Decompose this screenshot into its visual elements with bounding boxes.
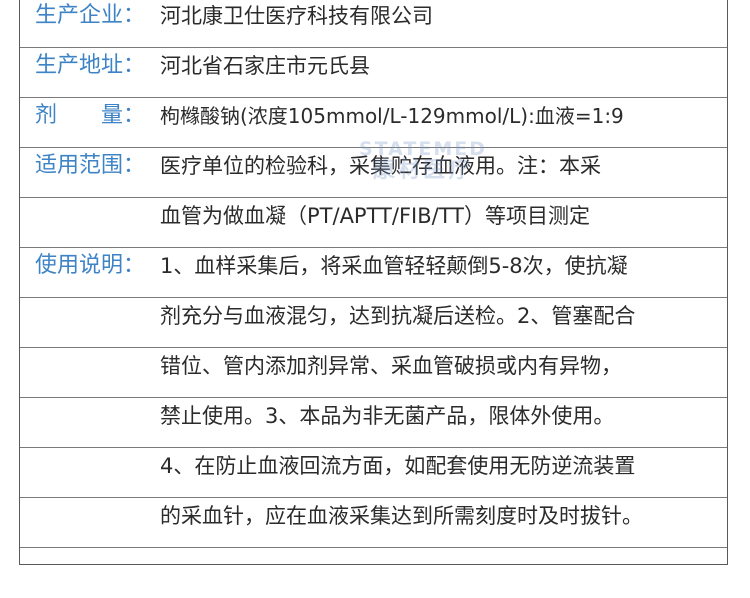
instructions-value-line4: 禁止使用。3、本品为非无菌产品，限体外使用。 [160,404,615,428]
table-row-instructions: 使用说明： 1、血样采集后，将采血管轻轻颠倒5-8次，使抗凝 [20,248,727,298]
manufacturer-label: 生产企业： [35,3,146,28]
table-row-dosage: 剂 量： 枸橼酸钠(浓度105mmol/L-129mmol/L):血液=1:9 [20,98,727,148]
scope-label: 适用范围： [35,153,146,178]
dosage-value: 枸橼酸钠(浓度105mmol/L-129mmol/L):血液=1:9 [160,104,624,128]
table-row-manufacturer: 生产企业： 河北康卫仕医疗科技有限公司 [20,0,727,48]
instructions-label: 使用说明： [35,253,146,278]
scope-value-line2: 血管为做血凝（PT/APTT/FIB/TT）等项目测定 [160,204,590,228]
table-row-instructions-5: 4、在防止血液回流方面，如配套使用无防逆流装置 [20,448,727,498]
table-row-scope: 适用范围： 医疗单位的检验科，采集贮存血液用。注：本采 [20,148,727,198]
table-row-instructions-4: 禁止使用。3、本品为非无菌产品，限体外使用。 [20,398,727,448]
instructions-value-line3: 错位、管内添加剂异常、采血管破损或内有异物， [160,354,622,378]
product-info-table: 生产企业： 河北康卫仕医疗科技有限公司 生产地址： 河北省石家庄市元氏县 剂 量… [19,0,728,565]
scope-value-line1: 医疗单位的检验科，采集贮存血液用。注：本采 [160,154,601,178]
dosage-label-part1: 剂 [35,103,58,128]
table-row-address: 生产地址： 河北省石家庄市元氏县 [20,48,727,98]
address-label: 生产地址： [35,53,146,78]
instructions-value-line2: 剂充分与血液混匀，达到抗凝后送检。2、管塞配合 [160,304,636,328]
dosage-label-part2: 量： [101,103,146,128]
instructions-value-line1: 1、血样采集后，将采血管轻轻颠倒5-8次，使抗凝 [160,254,628,278]
manufacturer-value: 河北康卫仕医疗科技有限公司 [160,4,433,28]
table-row-empty [20,548,727,564]
address-value: 河北省石家庄市元氏县 [160,54,370,78]
table-row-instructions-2: 剂充分与血液混匀，达到抗凝后送检。2、管塞配合 [20,298,727,348]
table-row-instructions-3: 错位、管内添加剂异常、采血管破损或内有异物， [20,348,727,398]
table-row-scope-cont: 血管为做血凝（PT/APTT/FIB/TT）等项目测定 [20,198,727,248]
instructions-value-line6: 的采血针，应在血液采集达到所需刻度时及时拔针。 [160,504,643,528]
instructions-value-line5: 4、在防止血液回流方面，如配套使用无防逆流装置 [160,454,636,478]
table-row-instructions-6: 的采血针，应在血液采集达到所需刻度时及时拔针。 [20,498,727,548]
